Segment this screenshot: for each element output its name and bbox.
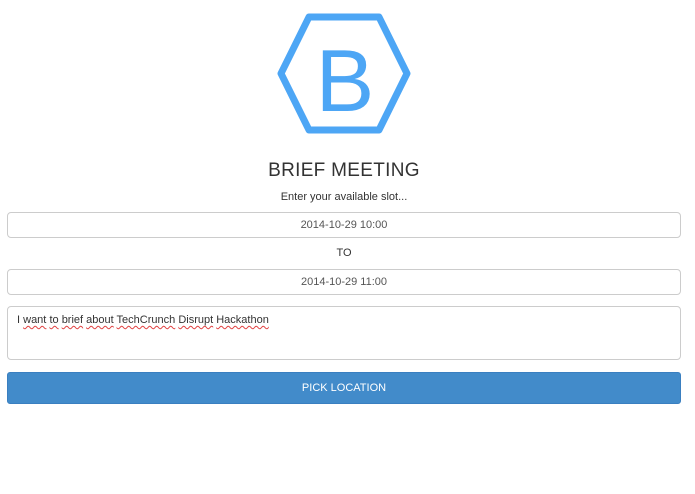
hexagon-b-logo-icon: B: [277, 13, 411, 134]
message-word: TechCrunch: [116, 314, 176, 326]
page-title: BRIEF MEETING: [268, 160, 420, 181]
logo-letter: B: [316, 31, 375, 130]
message-word: Disrupt: [178, 314, 214, 326]
message-word: to: [49, 314, 59, 326]
start-time-input[interactable]: [7, 212, 681, 238]
brief-message-textarea[interactable]: I want to brief about TechCrunch Disrupt…: [7, 306, 681, 360]
page-subtitle: Enter your available slot...: [280, 191, 408, 203]
to-label: TO: [336, 247, 352, 259]
message-word: about: [86, 314, 114, 326]
message-word: Hackathon: [216, 314, 269, 326]
brief-meeting-page: B BRIEF MEETING Enter your available slo…: [0, 0, 695, 494]
pick-location-button[interactable]: PICK LOCATION: [7, 372, 681, 404]
message-word: I: [17, 314, 21, 326]
message-word: brief: [61, 314, 84, 326]
end-time-input[interactable]: [7, 269, 681, 295]
message-word: want: [23, 314, 47, 326]
